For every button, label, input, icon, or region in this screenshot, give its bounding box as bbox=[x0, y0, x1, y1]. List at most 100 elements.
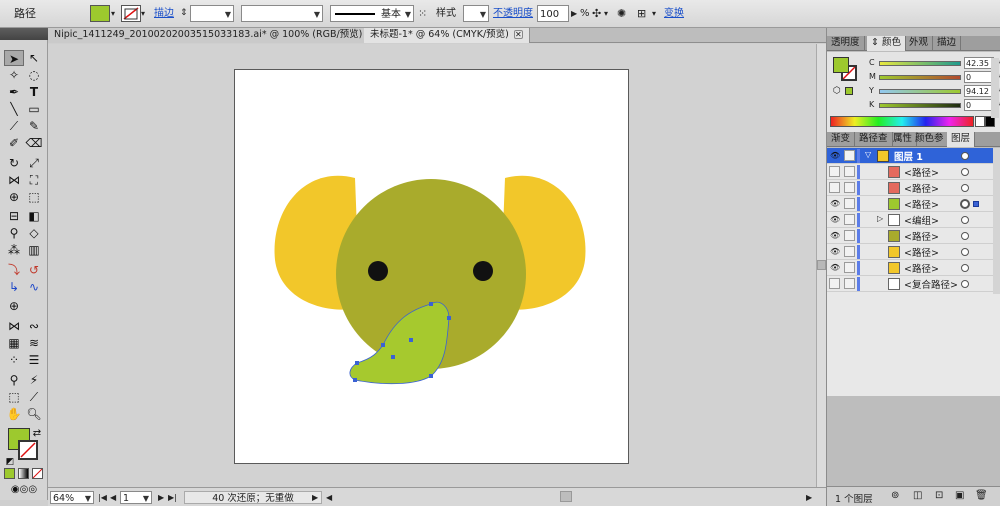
last-artboard-icon[interactable]: ▶| bbox=[168, 491, 177, 504]
anchor-point[interactable] bbox=[429, 302, 433, 306]
layer-list-item[interactable]: 👁︎ <路径> bbox=[827, 244, 993, 260]
item-name[interactable]: <路径> bbox=[904, 261, 939, 275]
anchor-point[interactable] bbox=[381, 343, 385, 347]
gradient-tool-icon[interactable]: ◧ bbox=[24, 208, 44, 224]
scale-tool-icon[interactable]: ⤢ bbox=[24, 155, 44, 171]
drawing-modes-icon[interactable]: ◉◎◎ bbox=[4, 482, 44, 498]
item-name[interactable]: <编组> bbox=[904, 213, 939, 227]
brush-definition-dropdown[interactable]: 基本 ▼ bbox=[330, 5, 414, 22]
recolor-artwork-icon[interactable]: ✣ bbox=[592, 5, 601, 22]
stroke-dropdown-icon[interactable]: ▾ bbox=[141, 5, 149, 22]
selection-tool-icon[interactable]: ➤ bbox=[4, 50, 24, 66]
item-name[interactable]: <复合路径> bbox=[904, 277, 958, 291]
stroke-swatch[interactable] bbox=[18, 440, 38, 460]
layers-scrollbar[interactable] bbox=[993, 148, 1000, 294]
lock-toggle[interactable] bbox=[844, 278, 855, 289]
out-of-gamut-icon[interactable]: ⬡ bbox=[833, 86, 841, 96]
magic-wand-tool-icon[interactable]: ✧ bbox=[4, 67, 24, 83]
spray-tool-icon[interactable]: ⁘ bbox=[4, 352, 24, 368]
document-tab-1[interactable]: Nipic_1411249_20100202003515033183.ai* @… bbox=[48, 28, 384, 43]
first-artboard-icon[interactable]: |◀ bbox=[98, 491, 107, 504]
lasso-tool-icon[interactable]: ◌ bbox=[24, 67, 44, 83]
symbol-sprayer-tool-icon[interactable]: ⁂ bbox=[4, 242, 24, 258]
tab-transparency[interactable]: 透明度 bbox=[827, 36, 865, 51]
channel-c-input[interactable]: 42.35 bbox=[964, 57, 994, 69]
elephant-artwork[interactable] bbox=[235, 70, 628, 463]
free-transform-tool-icon[interactable]: ⛶ bbox=[24, 172, 44, 188]
tab-pathfinder[interactable]: 路径查 bbox=[855, 132, 893, 147]
anchor-point[interactable] bbox=[409, 338, 413, 342]
isolate-icon[interactable]: ⁙ bbox=[418, 5, 427, 22]
canvas-area[interactable] bbox=[48, 44, 816, 487]
item-name[interactable]: <路径> bbox=[904, 197, 939, 211]
target-circle-icon[interactable] bbox=[961, 200, 969, 208]
status-menu-icon[interactable]: ▶ bbox=[312, 491, 318, 504]
item-name[interactable]: <路径> bbox=[904, 165, 939, 179]
stroke-stepper-icon[interactable]: ⇕ bbox=[180, 5, 188, 22]
color-mode-icon[interactable] bbox=[4, 468, 15, 479]
direct-selection-tool-icon[interactable]: ↖ bbox=[24, 50, 44, 66]
anchor-point[interactable] bbox=[391, 355, 395, 359]
paintbrush-tool-icon[interactable]: ⟋ bbox=[4, 118, 24, 134]
channel-m-slider[interactable] bbox=[879, 75, 961, 80]
variable-width-dropdown[interactable]: ▼ bbox=[241, 5, 323, 22]
layer-target-icon[interactable] bbox=[961, 152, 969, 160]
item-name[interactable]: <路径> bbox=[904, 229, 939, 243]
visibility-toggle[interactable] bbox=[829, 166, 840, 177]
swap-fill-stroke-icon[interactable]: ⇄ bbox=[30, 426, 44, 442]
target-circle-icon[interactable] bbox=[961, 184, 969, 192]
document-tab-2[interactable]: 未标题-1* @ 64% (CMYK/预览) ✕ bbox=[364, 28, 530, 43]
layer-row-top[interactable]: 👁︎ ▽ 图层 1 bbox=[827, 148, 993, 164]
lock-toggle[interactable] bbox=[844, 246, 855, 257]
clipping-mask-icon[interactable]: ◫ bbox=[913, 490, 922, 501]
warp-tool-icon[interactable]: ⋈ bbox=[4, 318, 24, 334]
fill-dropdown-icon[interactable]: ▾ bbox=[111, 5, 119, 22]
pencil-tool-icon[interactable]: ✎ bbox=[24, 118, 44, 134]
artboard-tool-icon[interactable]: ⬚ bbox=[4, 389, 24, 405]
eye-icon[interactable]: 👁︎ bbox=[830, 215, 840, 224]
lock-toggle[interactable] bbox=[844, 166, 855, 177]
layer-list-item[interactable]: <复合路径> bbox=[827, 276, 993, 292]
horizontal-scroll-thumb[interactable] bbox=[560, 491, 572, 502]
width-tool-icon[interactable]: ⋈ bbox=[4, 172, 24, 188]
visibility-toggle[interactable] bbox=[829, 182, 840, 193]
tab-color[interactable]: ⇕ 颜色 bbox=[867, 36, 906, 51]
fill-color-swatch[interactable] bbox=[90, 5, 110, 22]
zoom-dropdown[interactable]: 64% ▼ bbox=[50, 491, 94, 504]
vertical-scroll-thumb[interactable] bbox=[817, 260, 826, 270]
close-icon[interactable]: ✕ bbox=[513, 30, 523, 39]
channel-y-slider[interactable] bbox=[879, 89, 961, 94]
color-panel-scrollbar[interactable] bbox=[991, 58, 999, 118]
blend-tool-icon[interactable]: ◇ bbox=[24, 225, 44, 241]
scroll-right-icon[interactable]: ▶ bbox=[806, 491, 812, 504]
layer-list-item[interactable]: <路径> bbox=[827, 180, 993, 196]
type-tool-icon[interactable]: T bbox=[24, 84, 44, 100]
artboard-dropdown[interactable]: 1 ▼ bbox=[120, 491, 152, 504]
zoom-tool-icon[interactable]: 🔍︎ bbox=[24, 406, 44, 422]
selection-indicator[interactable] bbox=[973, 201, 979, 207]
item-name[interactable]: <路径> bbox=[904, 245, 939, 259]
locate-object-icon[interactable]: ⊚ bbox=[891, 490, 899, 501]
rectangle-tool-icon[interactable]: ▭ bbox=[24, 101, 44, 117]
perspective-grid-tool-icon[interactable]: ⊟ bbox=[4, 208, 24, 224]
channel-k-input[interactable]: 0 bbox=[964, 99, 994, 111]
trash-icon[interactable]: 🗑︎ bbox=[975, 490, 988, 501]
opacity-input[interactable]: 100 bbox=[537, 5, 569, 22]
eyedropper-tool-icon[interactable]: ⚲ bbox=[4, 225, 24, 241]
stroke-label-link[interactable]: 描边 bbox=[154, 5, 174, 22]
new-sublayer-icon[interactable]: ⊡ bbox=[935, 490, 943, 501]
layer-list-item[interactable]: 👁︎ <路径> bbox=[827, 196, 993, 212]
eye-icon[interactable]: 👁︎ bbox=[830, 263, 840, 272]
recolor-dropdown-icon[interactable]: ▾ bbox=[604, 5, 608, 22]
visibility-toggle[interactable] bbox=[829, 278, 840, 289]
blob-brush-tool-icon[interactable]: ✐ bbox=[4, 135, 24, 151]
expand-triangle-icon[interactable]: ▷ bbox=[877, 214, 883, 223]
opacity-label-link[interactable]: 不透明度 bbox=[493, 5, 533, 22]
wave-tool-blue-icon[interactable]: ∿ bbox=[24, 279, 44, 295]
transform-link[interactable]: 变换 bbox=[664, 5, 684, 22]
next-artboard-icon[interactable]: ▶ bbox=[158, 491, 164, 504]
layer-list-item[interactable]: 👁︎ ▷ <编组> bbox=[827, 212, 993, 228]
target-circle-icon[interactable] bbox=[961, 248, 969, 256]
layer-list-item[interactable]: 👁︎ <路径> bbox=[827, 228, 993, 244]
align-icon[interactable]: ⊞ bbox=[637, 5, 646, 22]
